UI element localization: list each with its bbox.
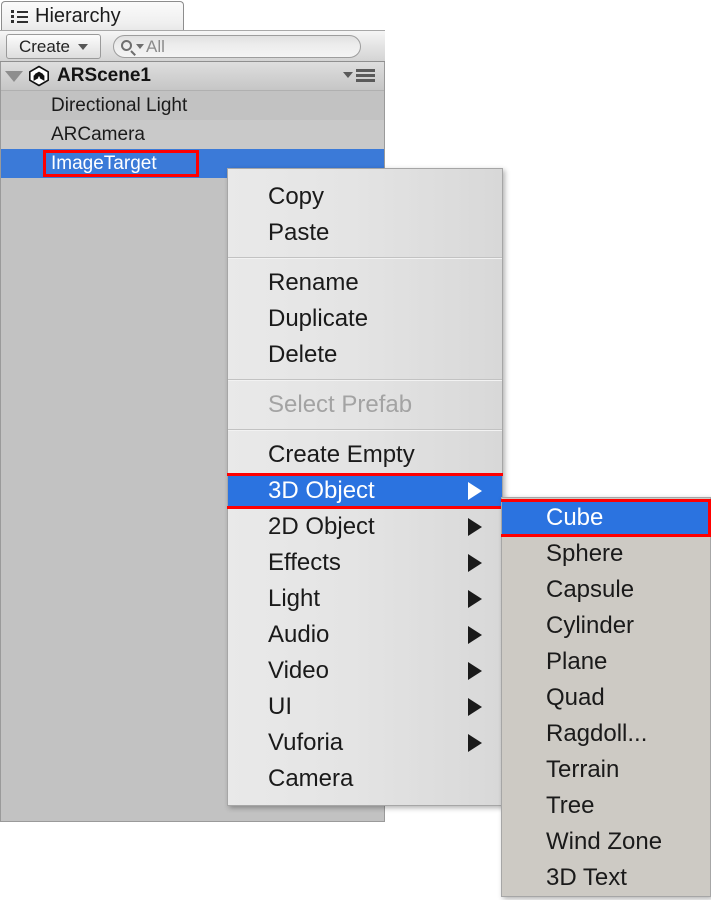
submenu-arrow-icon [468,518,482,536]
submenu-item-label: Ragdoll... [546,720,648,747]
submenu-arrow-icon [468,698,482,716]
unity-logo-icon [28,65,50,87]
tree-item-label: ARCamera [51,123,145,145]
context-menu: Copy Paste Rename Duplicate Delete Selec… [227,168,503,806]
menu-item-label: Select Prefab [268,391,413,418]
submenu-item-label: Cylinder [546,612,635,639]
submenu-item-label: Quad [546,684,605,711]
tree-item-label: Directional Light [51,94,188,116]
submenu-arrow-icon [468,554,482,572]
scene-row-arscene1[interactable]: ARScene1 [1,62,384,91]
search-input-value: All [146,36,165,56]
menu-item-label: Delete [268,341,338,368]
submenu-arrow-icon [468,590,482,608]
chevron-down-icon [78,43,89,50]
menu-item-effects[interactable]: Effects [228,545,502,581]
menu-item-label: Rename [268,269,359,296]
triangle-down-icon[interactable] [5,70,23,82]
menu-item-light[interactable]: Light [228,581,502,617]
menu-item-3d-object[interactable]: 3D Object [227,473,503,509]
menu-item-label: Duplicate [268,305,369,332]
submenu-item-label: Tree [546,792,595,819]
menu-item-label: Effects [268,549,341,576]
submenu-item-capsule[interactable]: Capsule [502,572,710,608]
menu-item-rename[interactable]: Rename [228,265,502,301]
menu-item-label: Copy [268,183,325,210]
menu-item-video[interactable]: Video [228,653,502,689]
menu-item-copy[interactable]: Copy [228,179,502,215]
submenu-item-ragdoll[interactable]: Ragdoll... [502,716,710,752]
menu-item-camera[interactable]: Camera [228,761,502,797]
menu-item-label: Vuforia [268,729,344,756]
submenu-item-cube[interactable]: Cube [502,500,710,536]
create-button[interactable]: Create [6,34,101,59]
hierarchy-toolbar: Create All [0,30,385,62]
menu-item-label: 3D Object [268,477,375,504]
tab-strip: Hierarchy [0,0,385,31]
menu-item-create-empty[interactable]: Create Empty [228,437,502,473]
menu-item-audio[interactable]: Audio [228,617,502,653]
submenu-arrow-icon [468,734,482,752]
submenu-3d-object: Cube Sphere Capsule Cylinder Plane Quad … [501,497,711,897]
menu-separator [228,429,502,431]
tree-item-label: ImageTarget [51,152,157,174]
hamburger-menu-icon[interactable] [343,68,376,84]
tree-item-directional-light[interactable]: Directional Light [1,91,384,120]
menu-item-duplicate[interactable]: Duplicate [228,301,502,337]
submenu-item-label: Capsule [546,576,635,603]
submenu-item-label: 3D Text [546,864,627,891]
menu-padding [228,797,502,805]
menu-item-label: Camera [268,765,354,792]
menu-padding [228,169,502,179]
menu-item-2d-object[interactable]: 2D Object [228,509,502,545]
menu-item-label: Create Empty [268,441,415,468]
menu-item-label: Light [268,585,321,612]
submenu-arrow-icon [468,662,482,680]
submenu-item-label: Sphere [546,540,624,567]
scene-name: ARScene1 [57,65,151,86]
tree-item-arcamera[interactable]: ARCamera [1,120,384,149]
search-input[interactable]: All [113,35,361,58]
tab-label: Hierarchy [35,5,121,27]
menu-item-delete[interactable]: Delete [228,337,502,373]
list-icon [11,10,28,23]
menu-item-label: Audio [268,621,330,648]
submenu-item-quad[interactable]: Quad [502,680,710,716]
menu-item-ui[interactable]: UI [228,689,502,725]
menu-separator [228,379,502,381]
submenu-item-label: Plane [546,648,608,675]
tab-hierarchy[interactable]: Hierarchy [1,1,184,31]
menu-item-label: 2D Object [268,513,375,540]
menu-item-vuforia[interactable]: Vuforia [228,725,502,761]
menu-item-label: UI [268,693,292,720]
submenu-item-wind-zone[interactable]: Wind Zone [502,824,710,860]
submenu-item-label: Terrain [546,756,620,783]
menu-separator [228,257,502,259]
search-icon [121,39,145,56]
submenu-item-label: Wind Zone [546,828,663,855]
menu-item-paste[interactable]: Paste [228,215,502,251]
submenu-item-terrain[interactable]: Terrain [502,752,710,788]
menu-item-label: Video [268,657,329,684]
submenu-item-plane[interactable]: Plane [502,644,710,680]
menu-item-label: Paste [268,219,330,246]
submenu-item-3d-text[interactable]: 3D Text [502,860,710,896]
submenu-arrow-icon [468,482,482,500]
submenu-item-label: Cube [546,504,604,531]
submenu-item-cylinder[interactable]: Cylinder [502,608,710,644]
menu-item-select-prefab: Select Prefab [228,387,502,423]
create-button-label: Create [18,36,71,56]
submenu-item-tree[interactable]: Tree [502,788,710,824]
submenu-item-sphere[interactable]: Sphere [502,536,710,572]
submenu-arrow-icon [468,626,482,644]
